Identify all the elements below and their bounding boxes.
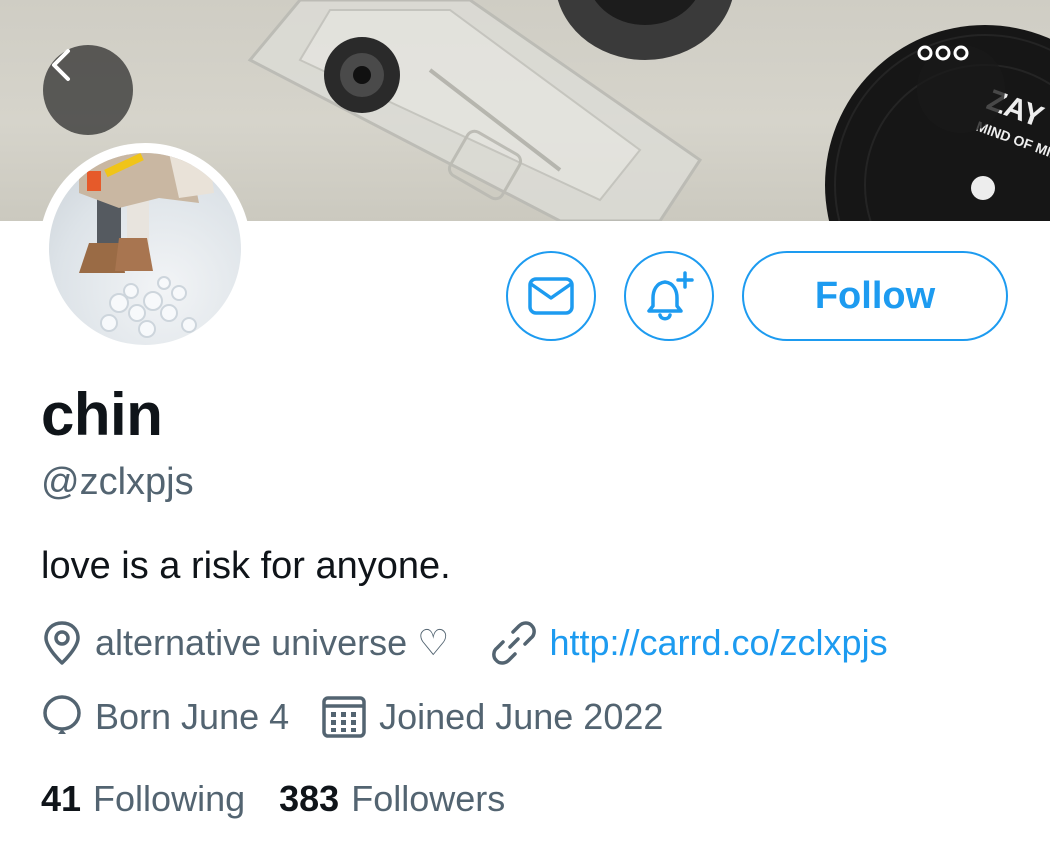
followers-stat[interactable]: 383 Followers	[279, 778, 505, 820]
bio: love is a risk for anyone.	[41, 545, 451, 587]
location-pin-icon	[44, 621, 80, 665]
followers-count: 383	[279, 778, 340, 819]
following-stat[interactable]: 41 Following	[41, 778, 245, 820]
envelope-icon	[528, 277, 574, 315]
more-icon	[917, 45, 969, 61]
balloon-icon	[43, 695, 81, 734]
follow-button[interactable]: Follow	[742, 251, 1008, 341]
profile-page: ZAY MIND OF MINE Follow chin @zclxpjs lo…	[0, 0, 1050, 841]
bell-plus-icon	[647, 271, 694, 321]
followers-label: Followers	[351, 778, 506, 819]
location-text: alternative universe ♡	[95, 622, 450, 663]
avatar-image	[49, 153, 241, 345]
calendar-icon	[322, 696, 366, 738]
following-label: Following	[93, 778, 246, 819]
joined-date: Joined June 2022	[321, 694, 663, 740]
website[interactable]: http://carrd.co/zclxpjs	[491, 620, 888, 666]
link-icon	[492, 621, 537, 665]
website-link[interactable]: http://carrd.co/zclxpjs	[549, 622, 887, 664]
joined-text: Joined June 2022	[379, 696, 664, 737]
avatar[interactable]	[39, 143, 251, 355]
display-name: chin	[41, 381, 163, 448]
birthday-text: Born June 4	[95, 696, 290, 737]
birthday: Born June 4	[41, 694, 289, 740]
profile-meta-row: alternative universe ♡ http://carrd.co/z…	[41, 620, 888, 666]
chevron-left-icon	[52, 49, 70, 81]
notifications-button[interactable]	[624, 251, 714, 341]
user-handle: @zclxpjs	[41, 461, 194, 503]
message-button[interactable]	[506, 251, 596, 341]
profile-meta-row: Born June 4 Joined June 2022	[41, 694, 663, 740]
back-button[interactable]	[43, 45, 133, 135]
following-count: 41	[41, 778, 82, 819]
more-options-button[interactable]	[917, 45, 1005, 133]
follow-stats: 41 Following 383 Followers	[41, 778, 505, 820]
location: alternative universe ♡	[41, 620, 449, 666]
